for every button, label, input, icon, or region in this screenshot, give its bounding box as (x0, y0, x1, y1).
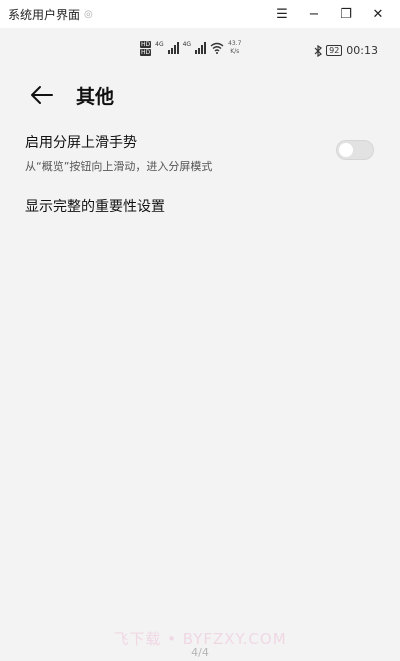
status-time: 00:13 (346, 44, 378, 57)
status-bar: HD HD 4G 4G 43.7 K/s 92 00:13 (0, 36, 400, 64)
network-gen-label: 4G (155, 40, 164, 48)
signal-icon (167, 42, 179, 54)
pin-icon[interactable]: ◎ (84, 9, 93, 20)
toggle-knob (339, 143, 353, 157)
back-arrow-icon (31, 86, 53, 104)
page-indicator: 4/4 (191, 646, 209, 659)
setting-title: 启用分屏上滑手势 (25, 135, 137, 151)
wifi-icon (210, 42, 224, 54)
window-titlebar: 系统用户界面 ◎ ☰ − ❐ ✕ (0, 0, 400, 28)
hd-badge: HD (140, 48, 152, 56)
split-screen-toggle[interactable] (336, 140, 374, 160)
network-speed: 43.7 K/s (228, 40, 241, 56)
page-header: 其他 (30, 80, 114, 110)
battery-level: 92 (329, 46, 340, 55)
network-gen-label: 4G (182, 40, 192, 48)
status-left: HD HD 4G 4G 43.7 K/s (140, 40, 241, 56)
status-right: 92 00:13 (314, 44, 378, 57)
network-speed-value: 43.7 (228, 40, 242, 47)
restore-button[interactable]: ❐ (330, 7, 362, 22)
back-button[interactable] (30, 80, 60, 110)
page-title: 其他 (76, 85, 115, 108)
importance-setting[interactable]: 显示完整的重要性设置 (25, 196, 165, 216)
window-controls: ☰ − ❐ ✕ (266, 0, 394, 28)
battery-icon: 92 (326, 45, 343, 56)
minimize-button[interactable]: − (298, 7, 330, 22)
close-button[interactable]: ✕ (362, 7, 394, 22)
hd-badges: HD HD (140, 40, 152, 56)
setting-subtitle: 从“概览”按钮向上滑动，进入分屏模式 (25, 160, 213, 173)
bluetooth-icon (314, 44, 323, 57)
signal-icon (195, 42, 207, 54)
hd-badge: HD (140, 40, 152, 48)
window-title: 系统用户界面 (8, 7, 81, 22)
split-screen-setting[interactable]: 启用分屏上滑手势 从“概览”按钮向上滑动，进入分屏模式 (25, 132, 375, 174)
network-speed-unit: K/s (230, 48, 240, 55)
menu-icon[interactable]: ☰ (266, 7, 298, 22)
